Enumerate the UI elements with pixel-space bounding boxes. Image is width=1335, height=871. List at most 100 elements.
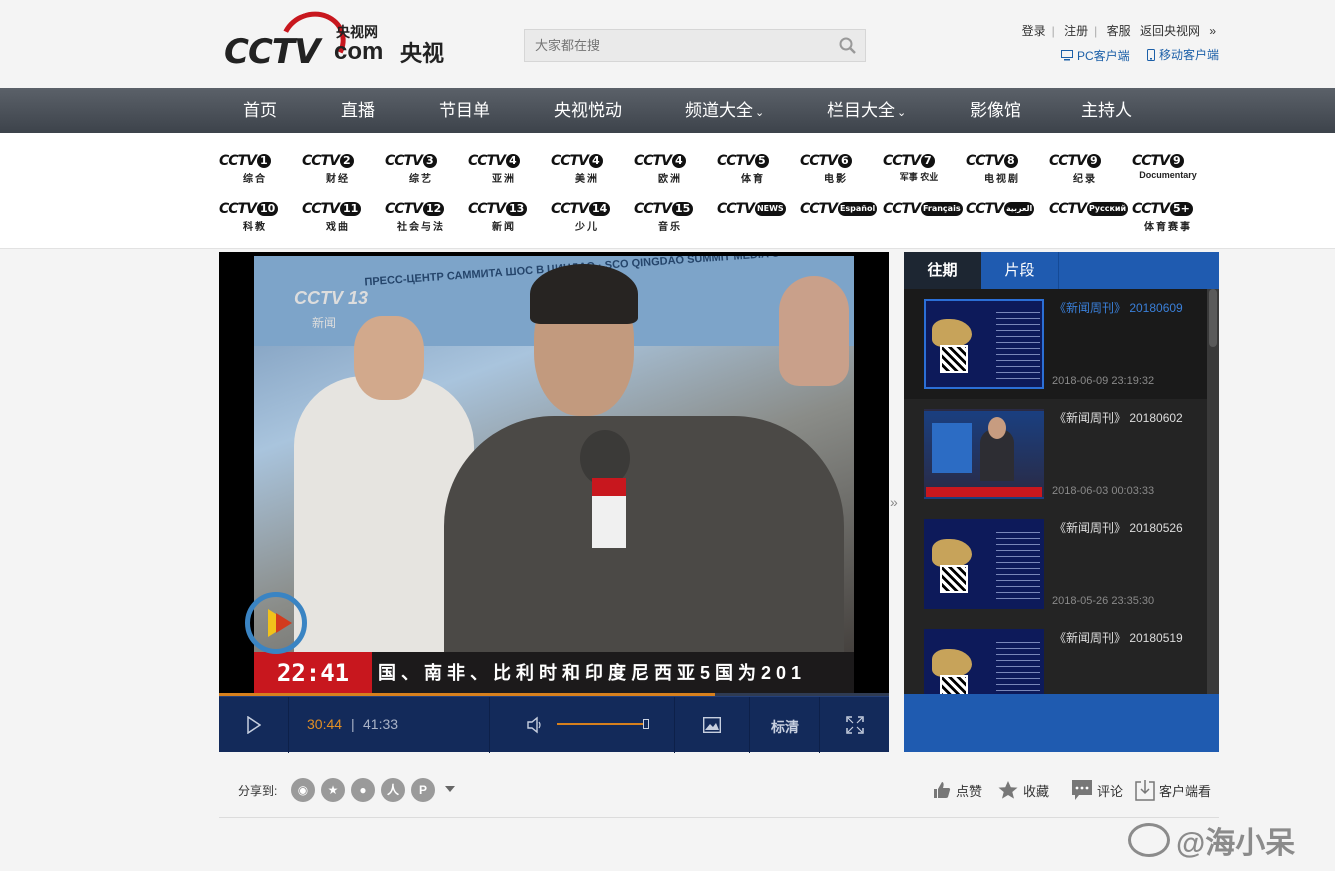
like-button[interactable]: 点赞 xyxy=(932,778,982,802)
pinterest-icon[interactable]: P xyxy=(411,778,435,802)
screenshot-button[interactable] xyxy=(674,697,750,753)
playlist-thumbnail[interactable] xyxy=(924,629,1044,694)
pc-client-link[interactable]: PC客户端 xyxy=(1060,47,1130,64)
renren-icon[interactable]: 人 xyxy=(381,778,405,802)
channel-logo[interactable]: CCTV 9 纪录 xyxy=(1049,151,1121,185)
pc-client-label: PC客户端 xyxy=(1076,48,1130,63)
channel-logo[interactable]: CCTV 13 新闻 xyxy=(468,199,540,233)
channel-logo[interactable]: CCTV 4 亚洲 xyxy=(468,151,540,185)
channel-logo[interactable]: CCTV Español xyxy=(800,199,878,231)
main-nav: 首页 直播 节目单 央视悦动 频道大全 ⌄ 栏目大全 ⌄ 影像馆 主持人 xyxy=(0,88,1335,133)
weibo-icon[interactable]: ◉ xyxy=(291,778,315,802)
nav-item-gallery[interactable]: 影像馆 xyxy=(970,88,1021,133)
channel-logo[interactable]: CCTV 3 综艺 xyxy=(385,151,457,185)
more-share-chevron-icon[interactable] xyxy=(445,786,455,792)
channel-badge: CCTV 14 xyxy=(551,201,611,217)
channel-logo[interactable]: CCTV 8 电视剧 xyxy=(966,151,1038,185)
comment-label: 评论 xyxy=(1097,783,1124,799)
volume-knob[interactable] xyxy=(643,719,649,729)
qzone-icon[interactable]: ★ xyxy=(321,778,345,802)
search-icon[interactable] xyxy=(839,37,857,55)
image-icon xyxy=(703,717,721,733)
channel-number: 14 xyxy=(588,202,611,216)
volume-icon[interactable] xyxy=(527,716,543,734)
nav-item-channels[interactable]: 频道大全 ⌄ xyxy=(685,88,764,133)
time-separator: | xyxy=(351,716,355,732)
quality-label[interactable]: 标清 xyxy=(771,717,799,737)
channel-logo[interactable]: CCTV 1 综合 xyxy=(219,151,291,185)
playlist-item-title[interactable]: 《新闻周刊》 20180602 xyxy=(1054,409,1183,426)
nav-item-schedule[interactable]: 节目单 xyxy=(439,88,490,133)
nav-item-live[interactable]: 直播 xyxy=(341,88,375,133)
monitor-icon xyxy=(1060,49,1073,60)
playlist-scrollbar[interactable] xyxy=(1207,289,1219,694)
fullscreen-icon xyxy=(846,716,864,734)
channel-name: 体育 xyxy=(741,174,765,185)
client-watch-button[interactable]: 客户端看 xyxy=(1135,778,1211,802)
chevron-down-icon: ⌄ xyxy=(897,107,907,119)
fullscreen-button[interactable] xyxy=(820,697,889,753)
playlist-item-title[interactable]: 《新闻周刊》 20180609 xyxy=(1054,299,1183,316)
channel-logo[interactable]: CCTV 10 科教 xyxy=(219,199,291,233)
channel-cctv-text: CCTV xyxy=(468,153,506,169)
nav-item-yuedong[interactable]: 央视悦动 xyxy=(554,88,622,133)
cctv-logo[interactable]: CCTV 央视网 com 央视 xyxy=(224,2,454,82)
channel-logo[interactable]: CCTV Français xyxy=(883,199,963,231)
service-link[interactable]: 客服 xyxy=(1107,24,1131,38)
video-reporter-hair xyxy=(530,264,638,324)
thumb-credits xyxy=(996,307,1040,383)
tab-past[interactable]: 往期 xyxy=(904,252,981,289)
playlist-item[interactable]: 《新闻周刊》 20180609 2018-06-09 23:19:32 xyxy=(904,289,1207,399)
nav-item-home[interactable]: 首页 xyxy=(243,88,277,133)
channel-logo[interactable]: CCTV 9 Documentary xyxy=(1132,151,1204,183)
wechat-icon[interactable]: ● xyxy=(351,778,375,802)
channel-logo[interactable]: CCTV 15 音乐 xyxy=(634,199,706,233)
comment-button[interactable]: 评论 xyxy=(1071,778,1123,802)
back-to-cctv-link[interactable]: 返回央视网 xyxy=(1140,24,1200,38)
login-link[interactable]: 登录 xyxy=(1022,24,1046,38)
scrollbar-thumb[interactable] xyxy=(1209,289,1217,347)
thumb-map xyxy=(932,649,972,677)
video-player[interactable]: ПРЕСС-ЦЕНТР САММИТА ШОС В ЦИНДАО · SCO Q… xyxy=(219,252,889,753)
channel-logo[interactable]: CCTV 11 戏曲 xyxy=(302,199,374,233)
channel-cctv-text: CCTV xyxy=(966,153,1004,169)
playlist-thumbnail[interactable] xyxy=(924,409,1044,499)
channel-cctv-text: CCTV xyxy=(634,201,672,217)
nav-item-hosts[interactable]: 主持人 xyxy=(1081,88,1132,133)
caption-text: 国、南非、比利时和印度尼西亚5国为201 xyxy=(378,663,807,683)
channel-logo[interactable]: CCTV 5 体育 xyxy=(717,151,789,185)
channel-logo[interactable]: CCTV العربية xyxy=(966,199,1038,231)
channel-logo[interactable]: CCTV Русский xyxy=(1049,199,1129,231)
channel-logo[interactable]: CCTV 14 少儿 xyxy=(551,199,623,233)
playlist-tabs: 往期 片段 xyxy=(904,252,1219,289)
big-play-icon[interactable] xyxy=(245,592,307,654)
playlist-thumbnail[interactable] xyxy=(924,519,1044,609)
playlist-item[interactable]: 《新闻周刊》 20180526 2018-05-26 23:35:30 xyxy=(904,509,1207,619)
playlist-thumbnail[interactable] xyxy=(924,299,1044,389)
channel-logo[interactable]: CCTV NEWS xyxy=(717,199,789,231)
channel-logo[interactable]: CCTV 4 美洲 xyxy=(551,151,623,185)
channel-logo[interactable]: CCTV 7 军事 农业 xyxy=(883,151,955,183)
volume-slider[interactable] xyxy=(557,723,649,725)
video-frame[interactable]: ПРЕСС-ЦЕНТР САММИТА ШОС В ЦИНДАО · SCO Q… xyxy=(254,256,854,694)
mobile-client-link[interactable]: 移动客户端 xyxy=(1146,46,1219,63)
channel-cctv-text: CCTV xyxy=(219,153,257,169)
playlist-item-title[interactable]: 《新闻周刊》 20180519 xyxy=(1054,629,1183,646)
channel-number: 8 xyxy=(1003,154,1018,168)
channel-logo[interactable]: CCTV 5+ 体育赛事 xyxy=(1132,199,1204,233)
playlist-item-title[interactable]: 《新闻周刊》 20180526 xyxy=(1054,519,1183,536)
tab-clips[interactable]: 片段 xyxy=(981,252,1059,289)
search-input[interactable] xyxy=(525,30,825,61)
register-link[interactable]: 注册 xyxy=(1064,24,1088,38)
channel-logo[interactable]: CCTV 4 欧洲 xyxy=(634,151,706,185)
channel-logo[interactable]: CCTV 6 电影 xyxy=(800,151,872,185)
channel-logo[interactable]: CCTV 12 社会与法 xyxy=(385,199,457,233)
playlist-item[interactable]: 《新闻周刊》 20180602 2018-06-03 00:03:33 xyxy=(904,399,1207,509)
channel-cctv-text: CCTV xyxy=(800,153,838,169)
nav-item-programs[interactable]: 栏目大全 ⌄ xyxy=(827,88,906,133)
play-button[interactable] xyxy=(219,697,289,753)
playlist-item[interactable]: 《新闻周刊》 20180519 xyxy=(904,619,1207,694)
favorite-button[interactable]: 收藏 xyxy=(997,778,1049,802)
channel-logo[interactable]: CCTV 2 财经 xyxy=(302,151,374,185)
expand-playlist-icon[interactable]: » xyxy=(890,494,898,510)
